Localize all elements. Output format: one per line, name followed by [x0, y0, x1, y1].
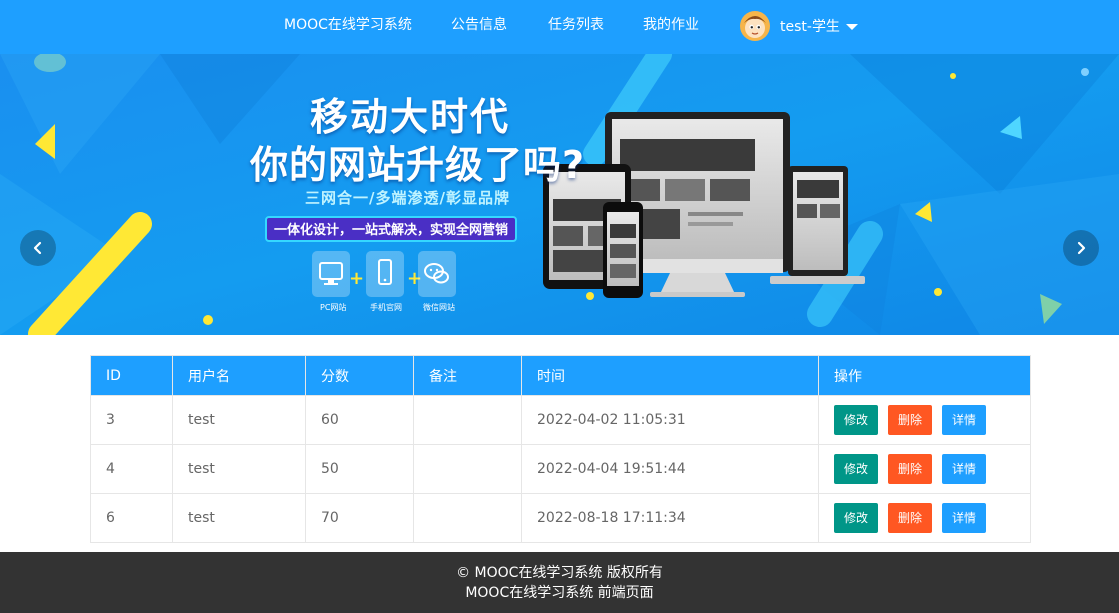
- column-header-actions: 操作: [818, 355, 1031, 396]
- table-row: 3 test 60 2022-04-02 11:05:31 修改 删除 详情: [90, 395, 1031, 445]
- detail-button[interactable]: 详情: [942, 454, 987, 484]
- table-row: 6 test 70 2022-08-18 17:11:34 修改 删除 详情: [90, 493, 1031, 543]
- cell-actions: 修改 删除 详情: [818, 493, 1031, 543]
- delete-button[interactable]: 删除: [888, 454, 933, 484]
- column-header-time: 时间: [521, 355, 819, 396]
- footer-copyright: © MOOC在线学习系统 版权所有: [456, 565, 663, 581]
- cell-username: test: [172, 493, 306, 543]
- user-menu[interactable]: test-学生: [740, 10, 858, 42]
- column-header-score: 分数: [305, 355, 414, 396]
- detail-button[interactable]: 详情: [942, 405, 987, 435]
- edit-button[interactable]: 修改: [834, 503, 879, 533]
- mobile-phone-icon: [366, 251, 404, 297]
- nav-item-notices[interactable]: 公告信息: [451, 0, 507, 54]
- device-label-mobile: 手机官网: [370, 303, 402, 312]
- chevron-right-icon: [1077, 241, 1086, 255]
- homework-table: ID 用户名 分数 备注 时间 操作 3 test 60 2022-04-02 …: [90, 355, 1031, 543]
- nav-item-homework[interactable]: 我的作业: [643, 0, 699, 54]
- cell-note: [413, 395, 522, 445]
- cell-score: 60: [305, 395, 414, 445]
- cell-username: test: [172, 395, 306, 445]
- wechat-icon: [418, 251, 456, 297]
- nav-item-home[interactable]: MOOC在线学习系统: [284, 0, 412, 54]
- delete-button[interactable]: 删除: [888, 503, 933, 533]
- avatar: [740, 11, 770, 41]
- plus-icon: +: [349, 268, 365, 289]
- delete-button[interactable]: 删除: [888, 405, 933, 435]
- cell-actions: 修改 删除 详情: [818, 444, 1031, 494]
- banner-headline: 移动大时代: [310, 95, 511, 139]
- cell-id: 6: [90, 493, 173, 543]
- cell-time: 2022-04-02 11:05:31: [521, 395, 819, 445]
- cell-id: 4: [90, 444, 173, 494]
- cell-username: test: [172, 444, 306, 494]
- cell-actions: 修改 删除 详情: [818, 395, 1031, 445]
- carousel-next-button[interactable]: [1063, 230, 1099, 266]
- cell-time: 2022-04-04 19:51:44: [521, 444, 819, 494]
- detail-button[interactable]: 详情: [942, 503, 987, 533]
- edit-button[interactable]: 修改: [834, 405, 879, 435]
- carousel-prev-button[interactable]: [20, 230, 56, 266]
- carousel: 移动大时代 你的网站升级了吗? 三网合一/多端渗透/彰显品牌 一体化设计，一站式…: [0, 54, 1119, 335]
- cell-note: [413, 493, 522, 543]
- footer-subtitle: MOOC在线学习系统 前端页面: [465, 585, 654, 601]
- pc-monitor-icon: [312, 251, 350, 297]
- device-label-wechat: 微信网站: [423, 303, 455, 312]
- device-label-pc: PC网站: [320, 303, 347, 312]
- top-nav: MOOC在线学习系统 公告信息 任务列表 我的作业 test-学生: [0, 0, 1119, 54]
- table-header-row: ID 用户名 分数 备注 时间 操作: [90, 355, 1031, 396]
- cell-id: 3: [90, 395, 173, 445]
- nav-item-tasks[interactable]: 任务列表: [548, 0, 604, 54]
- user-name: test-学生: [780, 19, 840, 35]
- edit-button[interactable]: 修改: [834, 454, 879, 484]
- footer: © MOOC在线学习系统 版权所有 MOOC在线学习系统 前端页面: [0, 552, 1119, 613]
- column-header-note: 备注: [413, 355, 522, 396]
- cell-score: 70: [305, 493, 414, 543]
- cell-note: [413, 444, 522, 494]
- banner-background: [0, 54, 1119, 335]
- column-header-username: 用户名: [172, 355, 306, 396]
- column-header-id: ID: [90, 355, 173, 396]
- banner-slogan: 一体化设计，一站式解决，实现全网营销: [265, 216, 517, 242]
- table-row: 4 test 50 2022-04-04 19:51:44 修改 删除 详情: [90, 444, 1031, 494]
- cell-score: 50: [305, 444, 414, 494]
- chevron-left-icon: [33, 241, 42, 255]
- banner-tagline: 三网合一/多端渗透/彰显品牌: [305, 189, 510, 207]
- banner-subheadline: 你的网站升级了吗?: [250, 143, 586, 187]
- cell-time: 2022-08-18 17:11:34: [521, 493, 819, 543]
- caret-down-icon: [845, 24, 858, 30]
